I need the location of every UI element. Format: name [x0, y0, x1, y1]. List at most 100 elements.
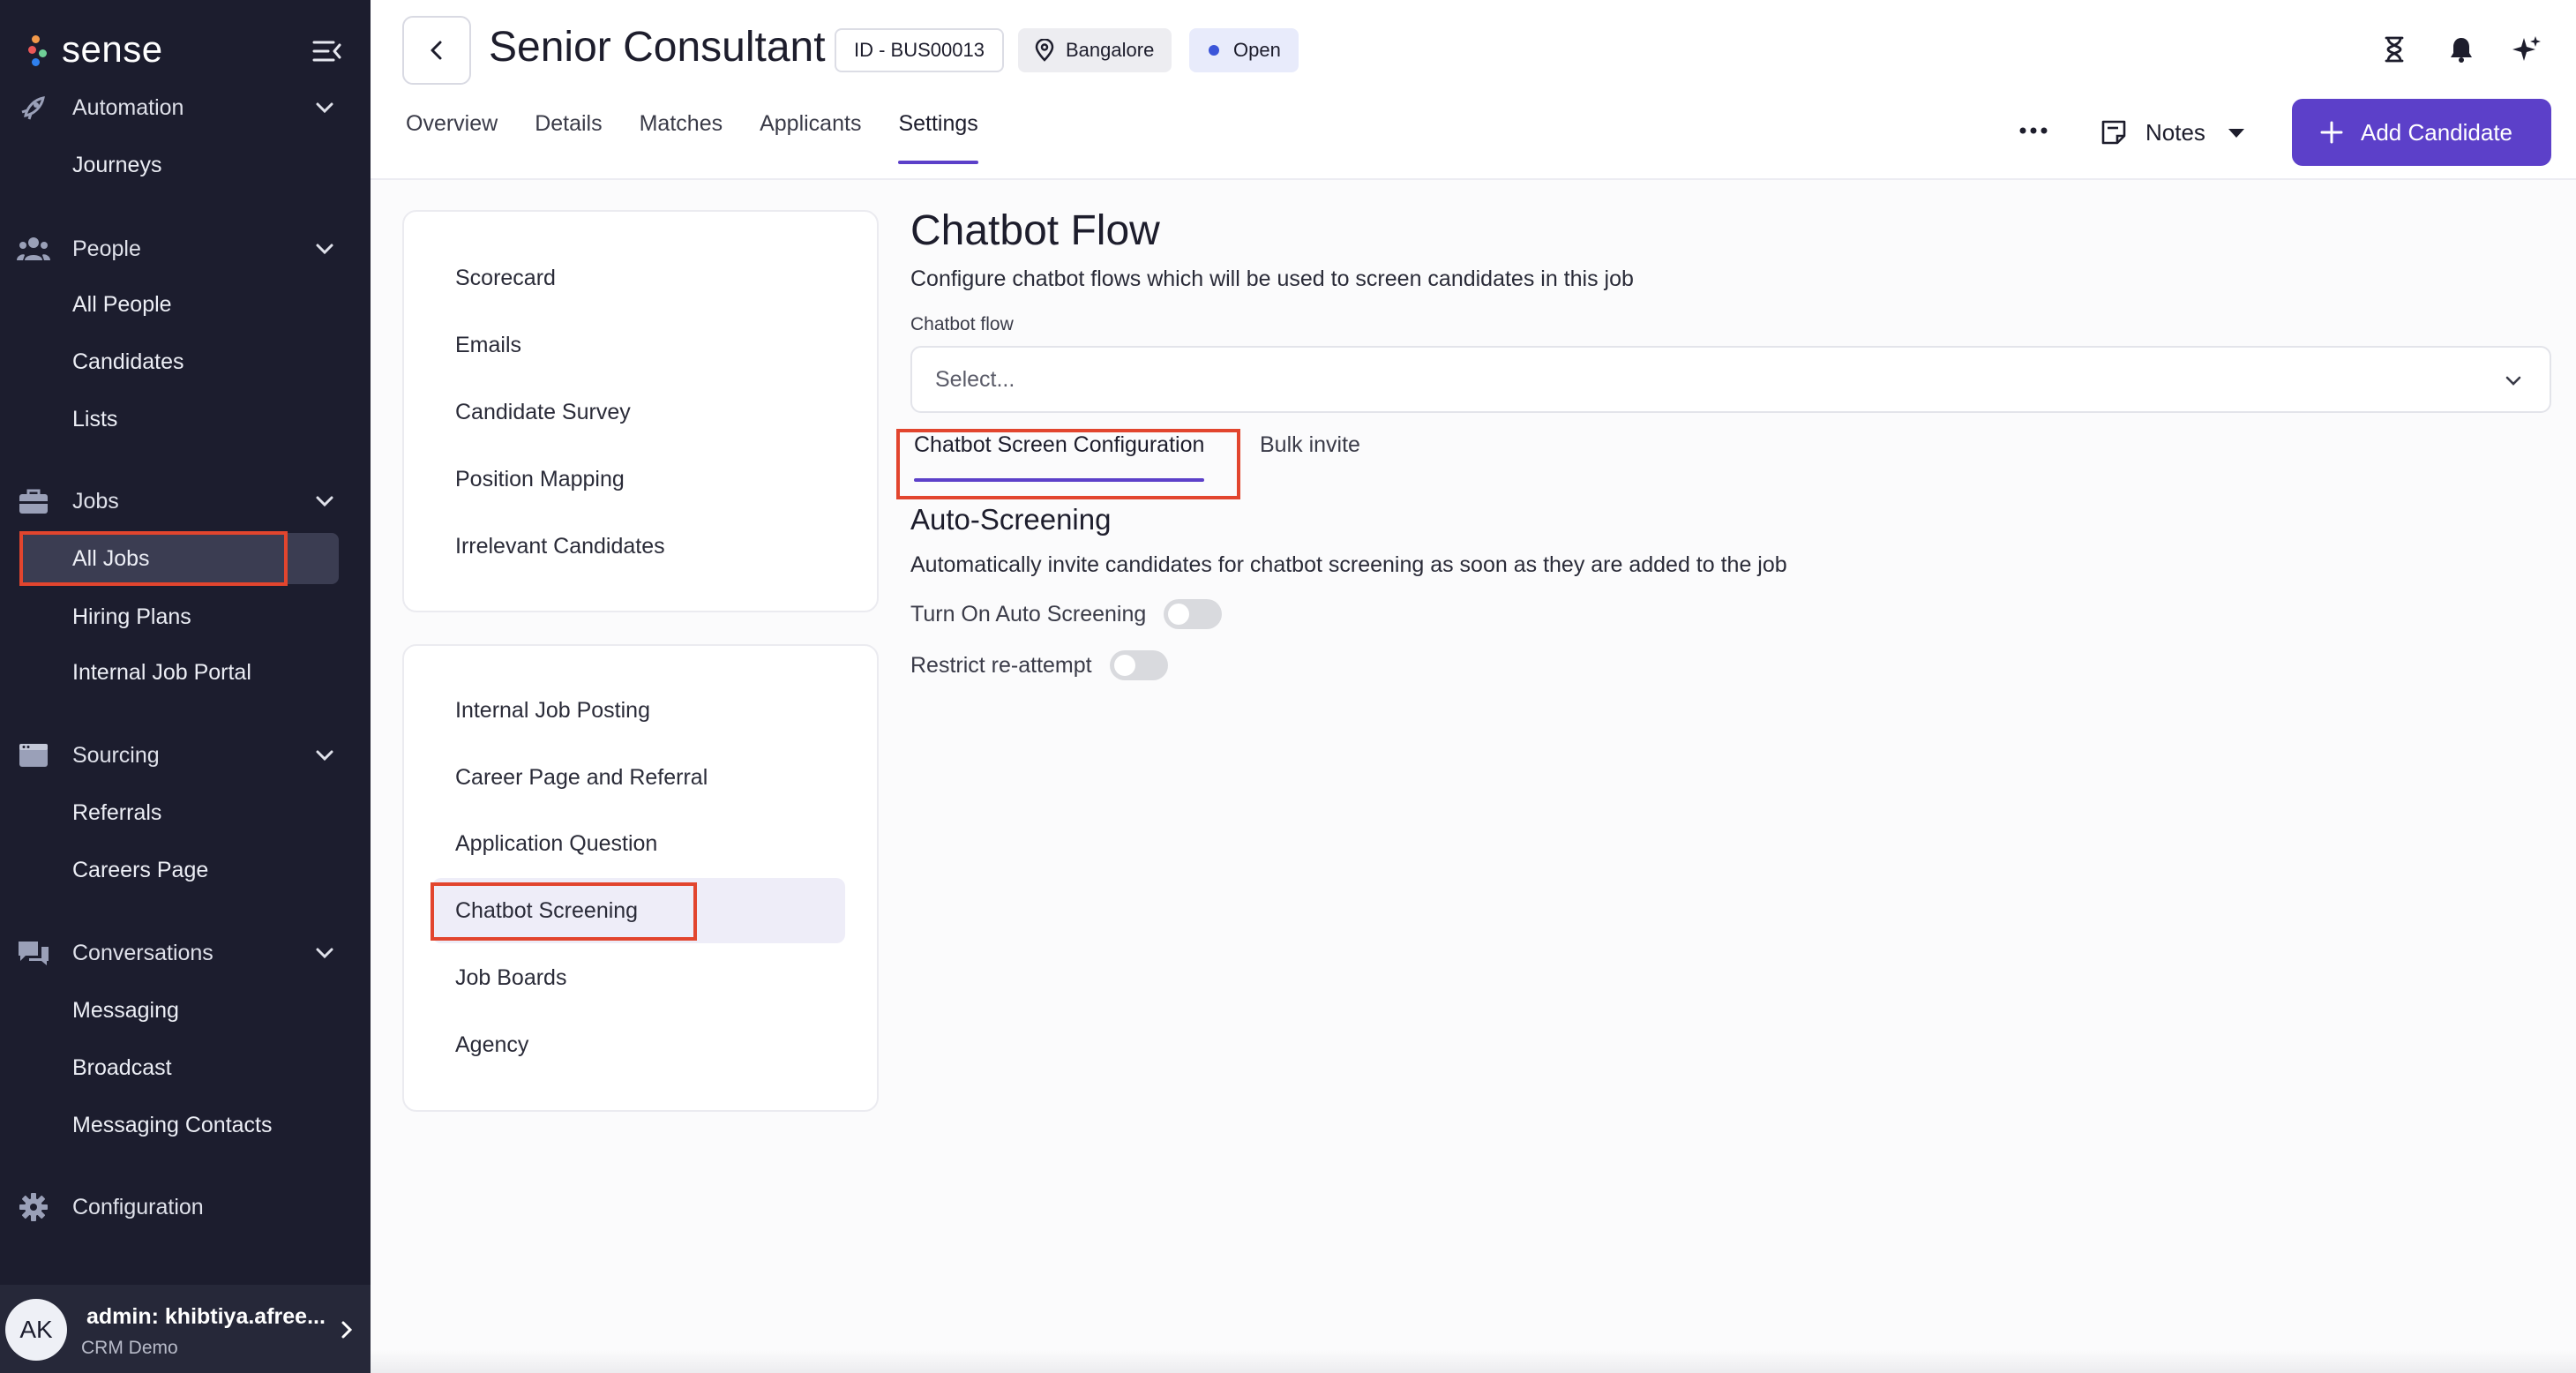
- sidebar-section-automation[interactable]: Automation: [0, 79, 371, 136]
- settings-item-candidate-survey[interactable]: Candidate Survey: [432, 379, 845, 445]
- brand-logo[interactable]: sense: [28, 25, 163, 74]
- sidebar-item-all-jobs[interactable]: All Jobs: [21, 533, 339, 584]
- sidebar-section-label: Conversations: [72, 940, 213, 965]
- section-heading: Chatbot Flow: [910, 207, 1160, 254]
- chevron-down-icon[interactable]: [309, 937, 341, 969]
- settings-item-emails[interactable]: Emails: [432, 312, 845, 378]
- sidebar-item-all-people[interactable]: All People: [21, 279, 339, 330]
- status-label: Open: [1233, 39, 1281, 61]
- sidebar-item-careers-page[interactable]: Careers Page: [21, 844, 339, 896]
- settings-nav-group-2: Internal Job Posting Career Page and Ref…: [402, 644, 879, 1112]
- sidebar-section-people[interactable]: People: [0, 221, 371, 277]
- sidebar-item-journeys[interactable]: Journeys: [21, 139, 339, 191]
- sidebar: sense Automation Journeys People All Peo…: [0, 0, 371, 1373]
- sidebar-item-label: All People: [72, 291, 172, 317]
- status-badge: Open: [1189, 28, 1299, 72]
- tab-details[interactable]: Details: [535, 111, 602, 164]
- job-id-badge: ID - BUS00013: [835, 28, 1004, 72]
- add-candidate-button[interactable]: Add Candidate: [2292, 99, 2551, 166]
- add-candidate-label: Add Candidate: [2361, 118, 2513, 146]
- sidebar-item-messaging-contacts[interactable]: Messaging Contacts: [21, 1099, 339, 1151]
- toggle-label: Restrict re-attempt: [910, 652, 1092, 678]
- settings-item-application-question[interactable]: Application Question: [432, 811, 845, 876]
- sidebar-item-label: Journeys: [72, 152, 162, 177]
- settings-item-label: Job Boards: [455, 964, 567, 990]
- section-description: Configure chatbot flows which will be us…: [910, 266, 1634, 291]
- sidebar-item-referrals[interactable]: Referrals: [21, 787, 339, 838]
- tab-overview[interactable]: Overview: [406, 111, 498, 164]
- settings-item-internal-job-posting[interactable]: Internal Job Posting: [432, 678, 845, 743]
- bell-icon[interactable]: [2444, 32, 2479, 67]
- sidebar-item-candidates[interactable]: Candidates: [21, 336, 339, 387]
- briefcase-icon: [16, 484, 51, 519]
- sidebar-section-label: Jobs: [72, 488, 119, 514]
- user-name: admin: khibtiya.afree...: [86, 1304, 326, 1329]
- chevron-down-icon[interactable]: [309, 233, 341, 265]
- back-button[interactable]: [402, 16, 471, 85]
- sidebar-item-label: Messaging: [72, 997, 179, 1023]
- tab-bulk-invite[interactable]: Bulk invite: [1260, 432, 1360, 482]
- settings-item-career-page-referral[interactable]: Career Page and Referral: [432, 745, 845, 810]
- auto-screening-heading: Auto-Screening: [910, 503, 1112, 536]
- settings-item-label: Agency: [455, 1032, 529, 1057]
- auto-screening-description: Automatically invite candidates for chat…: [910, 552, 1787, 577]
- chevron-down-icon[interactable]: [309, 739, 341, 771]
- plus-icon: [2320, 121, 2343, 144]
- user-org: CRM Demo: [81, 1338, 178, 1358]
- settings-item-position-mapping[interactable]: Position Mapping: [432, 446, 845, 512]
- chatbot-flow-label: Chatbot flow: [910, 314, 1014, 334]
- logo-icon: [28, 32, 49, 67]
- sidebar-section-jobs[interactable]: Jobs: [0, 473, 371, 529]
- settings-item-job-boards[interactable]: Job Boards: [432, 945, 845, 1010]
- more-options-icon[interactable]: [2011, 113, 2056, 148]
- restrict-reattempt-row: Restrict re-attempt: [910, 648, 1168, 683]
- settings-item-irrelevant-candidates[interactable]: Irrelevant Candidates: [432, 514, 845, 579]
- settings-item-label: Internal Job Posting: [455, 697, 650, 723]
- tab-applicants[interactable]: Applicants: [760, 111, 861, 164]
- chevron-right-icon: [333, 1317, 360, 1343]
- page-header: Senior Consultant ID - BUS00013 Bangalor…: [371, 0, 2576, 180]
- sidebar-section-conversations[interactable]: Conversations: [0, 925, 371, 981]
- sidebar-item-internal-job-portal[interactable]: Internal Job Portal: [21, 647, 339, 698]
- notes-label: Notes: [2145, 118, 2205, 146]
- auto-screening-toggle[interactable]: [1164, 599, 1223, 629]
- chevron-down-icon[interactable]: [309, 92, 341, 124]
- sidebar-item-broadcast[interactable]: Broadcast: [21, 1042, 339, 1093]
- chevron-down-icon[interactable]: [309, 485, 341, 517]
- settings-item-label: Chatbot Screening: [455, 897, 639, 923]
- hourglass-icon[interactable]: [2377, 32, 2412, 67]
- sidebar-item-label: Candidates: [72, 349, 184, 374]
- notes-icon: [2101, 120, 2126, 145]
- sidebar-item-label: Lists: [72, 406, 118, 431]
- people-icon: [16, 231, 51, 266]
- sidebar-section-configuration[interactable]: Configuration: [0, 1179, 371, 1235]
- sidebar-item-label: Careers Page: [72, 857, 209, 882]
- sidebar-item-lists[interactable]: Lists: [21, 394, 339, 445]
- gear-icon: [16, 1189, 51, 1225]
- chatbot-flow-select[interactable]: Select...: [910, 346, 2551, 413]
- sidebar-item-hiring-plans[interactable]: Hiring Plans: [21, 591, 339, 642]
- settings-item-label: Position Mapping: [455, 466, 625, 491]
- sidebar-item-messaging[interactable]: Messaging: [21, 985, 339, 1036]
- notes-button[interactable]: Notes: [2100, 108, 2276, 157]
- chevron-left-icon: [431, 41, 442, 60]
- page-title: Senior Consultant: [489, 24, 826, 71]
- settings-item-scorecard[interactable]: Scorecard: [432, 245, 845, 311]
- settings-item-agency[interactable]: Agency: [432, 1012, 845, 1077]
- auto-screening-row: Turn On Auto Screening: [910, 596, 1223, 632]
- toggle-label: Turn On Auto Screening: [910, 601, 1147, 626]
- tab-chatbot-screen-configuration[interactable]: Chatbot Screen Configuration: [914, 432, 1205, 482]
- sidebar-section-label: Automation: [72, 94, 184, 120]
- location-pin-icon: [1035, 39, 1054, 62]
- tab-matches[interactable]: Matches: [640, 111, 723, 164]
- user-menu[interactable]: AK admin: khibtiya.afree... CRM Demo: [0, 1285, 371, 1373]
- tab-settings[interactable]: Settings: [898, 111, 979, 164]
- bottom-edge: [371, 1350, 2576, 1373]
- settings-item-chatbot-screening[interactable]: Chatbot Screening: [432, 878, 845, 943]
- location-label: Bangalore: [1066, 39, 1155, 61]
- chevron-down-icon: [2500, 367, 2527, 394]
- sparkle-icon[interactable]: [2509, 32, 2544, 67]
- restrict-reattempt-toggle[interactable]: [1109, 650, 1168, 680]
- sidebar-section-sourcing[interactable]: Sourcing: [0, 727, 371, 784]
- collapse-sidebar-icon[interactable]: [309, 34, 344, 69]
